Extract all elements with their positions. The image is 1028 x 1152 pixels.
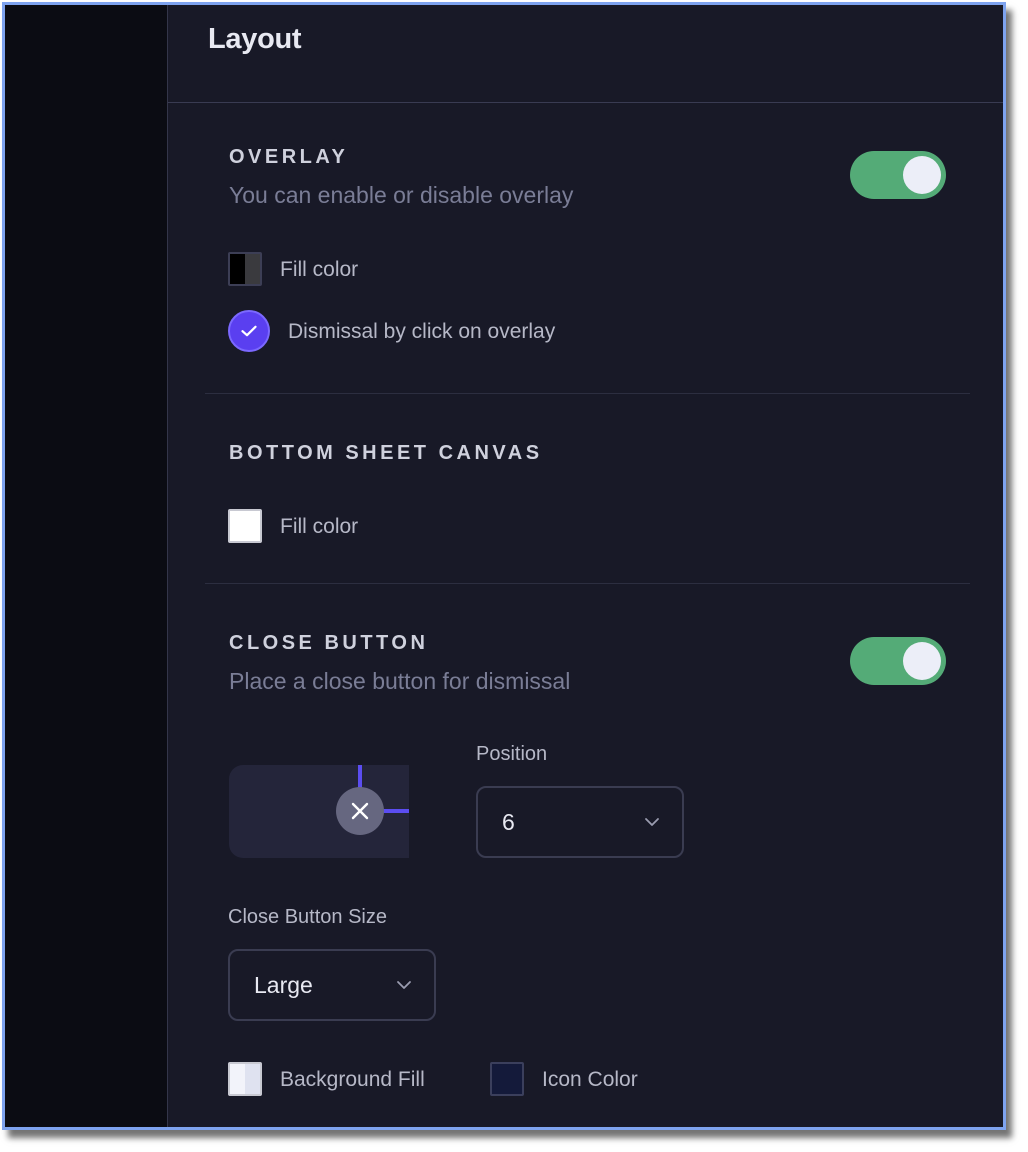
settings-window: Layout OVERLAY You can enable or disable…: [2, 2, 1006, 1130]
close-button-size-select[interactable]: Large: [228, 949, 436, 1021]
icon-color-label: Icon Color: [542, 1068, 638, 1091]
dismissal-label: Dismissal by click on overlay: [288, 320, 556, 343]
canvas-fill-color-label: Fill color: [280, 515, 359, 538]
overlay-toggle[interactable]: [850, 151, 946, 199]
icon-color-swatch[interactable]: [490, 1062, 524, 1096]
overlay-section-title: OVERLAY: [229, 146, 349, 168]
close-button-size-label: Close Button Size: [228, 906, 387, 928]
toggle-knob: [903, 642, 941, 680]
close-button-toggle[interactable]: [850, 637, 946, 685]
chevron-down-icon: [645, 818, 659, 826]
overlay-fill-color-label: Fill color: [280, 258, 359, 281]
size-select-value: Large: [254, 971, 313, 998]
close-button-position-preview: [229, 765, 409, 858]
sidebar: [5, 5, 168, 1127]
background-fill-swatch[interactable]: [228, 1062, 262, 1096]
canvas-section-title: BOTTOM SHEET CANVAS: [229, 442, 543, 464]
page-title: Layout: [208, 23, 302, 55]
background-fill-label: Background Fill: [280, 1068, 425, 1091]
toggle-knob: [903, 156, 941, 194]
chevron-down-icon: [397, 981, 411, 989]
check-icon: [241, 325, 257, 337]
header: Layout: [168, 5, 1003, 103]
position-select-value: 6: [502, 808, 515, 835]
close-icon: [351, 802, 369, 820]
section-divider: [205, 583, 970, 584]
section-divider: [205, 393, 970, 394]
position-label: Position: [476, 743, 548, 765]
canvas-fill-color-swatch[interactable]: [228, 509, 262, 543]
overlay-description: You can enable or disable overlay: [229, 182, 574, 208]
close-button-preview[interactable]: [336, 787, 384, 835]
overlay-fill-color-swatch[interactable]: [228, 252, 262, 286]
close-button-section-title: CLOSE BUTTON: [229, 632, 429, 654]
close-button-description: Place a close button for dismissal: [229, 668, 571, 694]
dismissal-checkbox[interactable]: [228, 310, 270, 352]
position-select[interactable]: 6: [476, 786, 684, 858]
